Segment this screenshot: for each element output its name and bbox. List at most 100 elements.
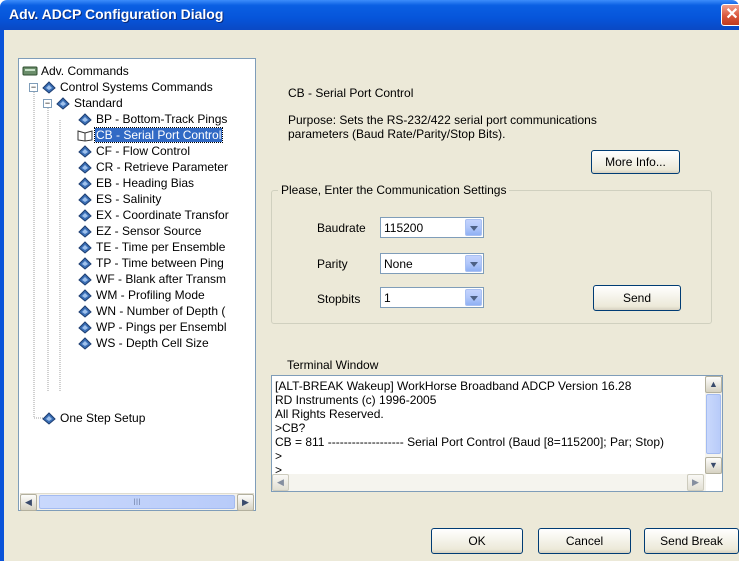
tree-item[interactable]: CF - Flow Control (77, 143, 191, 159)
baudrate-label: Baudrate (317, 221, 366, 235)
tree-item-label: CF - Flow Control (96, 144, 191, 158)
tree-item-label: EB - Heading Bias (96, 176, 195, 190)
tree-item[interactable]: ES - Salinity (77, 191, 162, 207)
tree-scroll-thumb[interactable]: III (39, 495, 235, 509)
window-title: Adv. ADCP Configuration Dialog (9, 6, 224, 22)
tree-item[interactable]: WP - Pings per Ensembl (77, 319, 228, 335)
tree-node-root[interactable]: Adv. Commands (22, 63, 130, 79)
ok-button[interactable]: OK (431, 528, 523, 554)
tree-node-control-systems[interactable]: Control Systems Commands (41, 79, 214, 95)
send-button[interactable]: Send (593, 285, 681, 311)
collapse-control-systems[interactable]: − (29, 83, 38, 92)
command-tree[interactable]: Adv. Commands − Control Systems Commands… (18, 58, 256, 511)
tree-item[interactable]: BP - Bottom-Track Pings (77, 111, 228, 127)
purpose-line-1: Purpose: Sets the RS-232/422 serial port… (288, 113, 597, 127)
tree-item-label: WS - Depth Cell Size (96, 336, 209, 350)
stopbits-value: 1 (384, 291, 391, 305)
satellite-icon (78, 225, 92, 238)
scroll-down-arrow-icon[interactable]: ▼ (705, 457, 722, 474)
satellite-icon (78, 209, 92, 222)
tree-item[interactable]: CB - Serial Port Control (77, 127, 224, 143)
satellite-icon (78, 321, 92, 334)
tree-item[interactable]: WN - Number of Depth ( (77, 303, 226, 319)
terminal-vertical-scrollbar[interactable]: ▲ ▼ (705, 376, 722, 474)
terminal-line: [ALT-BREAK Wakeup] WorkHorse Broadband A… (275, 379, 632, 393)
tree-item[interactable]: WM - Profiling Mode (77, 287, 206, 303)
satellite-icon (78, 273, 92, 286)
baudrate-select[interactable]: 115200 (380, 217, 484, 238)
baudrate-value: 115200 (384, 221, 424, 235)
stopbits-label: Stopbits (317, 292, 361, 306)
tree-item-label: WM - Profiling Mode (96, 288, 205, 302)
scroll-left-arrow-icon[interactable]: ◀ (272, 474, 289, 491)
collapse-standard[interactable]: − (43, 99, 52, 108)
tree-horizontal-scrollbar[interactable]: ◀ III ▶ (20, 493, 254, 511)
parity-select[interactable]: None (380, 253, 484, 274)
tree-item-label: EX - Coordinate Transfor (96, 208, 229, 222)
satellite-icon (78, 305, 92, 318)
command-title: CB - Serial Port Control (288, 86, 414, 100)
tree-item-label: CB - Serial Port Control (93, 127, 224, 143)
dropdown-arrow-icon[interactable] (465, 289, 482, 306)
scroll-left-arrow-icon[interactable]: ◀ (20, 494, 37, 511)
tree-item-label: TP - Time between Ping (96, 256, 224, 270)
satellite-icon (42, 412, 56, 425)
satellite-icon (78, 337, 92, 350)
tree-item[interactable]: CR - Retrieve Parameter (77, 159, 229, 175)
tree-item-label: EZ - Sensor Source (96, 224, 202, 238)
tree-item-label: WP - Pings per Ensembl (96, 320, 227, 334)
terminal-scroll-thumb[interactable] (706, 394, 721, 454)
tree-item-label: WF - Blank after Transm (96, 272, 227, 286)
satellite-icon (78, 177, 92, 190)
scroll-right-arrow-icon[interactable]: ▶ (237, 494, 254, 511)
terminal-line: > (275, 449, 283, 463)
terminal-line: RD Instruments (c) 1996-2005 (275, 393, 437, 407)
tree-item-label: TE - Time per Ensemble (96, 240, 226, 254)
dropdown-arrow-icon[interactable] (465, 255, 482, 272)
tree-item-label: WN - Number of Depth ( (96, 304, 226, 318)
tree-item-label: ES - Salinity (96, 192, 162, 206)
title-bar: Adv. ADCP Configuration Dialog ✕ (0, 0, 739, 30)
satellite-icon (78, 145, 92, 158)
group-legend: Please, Enter the Communication Settings (278, 183, 510, 197)
tree-node-standard[interactable]: Standard (55, 95, 124, 111)
tree-item[interactable]: EX - Coordinate Transfor (77, 207, 230, 223)
tree-label-one-step-setup: One Step Setup (60, 411, 146, 425)
scroll-right-arrow-icon[interactable]: ▶ (687, 474, 704, 491)
send-break-button[interactable]: Send Break (644, 528, 739, 554)
terminal-line: >CB? (275, 421, 306, 435)
terminal-horizontal-scrollbar[interactable]: ◀ ▶ (272, 474, 706, 491)
purpose-line-2: parameters (Baud Rate/Parity/Stop Bits). (288, 127, 506, 141)
stopbits-select[interactable]: 1 (380, 287, 484, 308)
satellite-icon (78, 289, 92, 302)
tree-label-standard: Standard (74, 96, 123, 110)
tree-item[interactable]: TE - Time per Ensemble (77, 239, 226, 255)
dropdown-arrow-icon[interactable] (465, 219, 482, 236)
tree-label-control-systems: Control Systems Commands (60, 80, 213, 94)
drive-icon (22, 66, 38, 76)
tree-item[interactable]: EZ - Sensor Source (77, 223, 202, 239)
cancel-button[interactable]: Cancel (538, 528, 631, 554)
close-button[interactable]: ✕ (721, 4, 739, 26)
scroll-up-arrow-icon[interactable]: ▲ (705, 376, 722, 393)
satellite-icon (56, 97, 70, 110)
tree-item[interactable]: WF - Blank after Transm (77, 271, 227, 287)
parity-label: Parity (317, 257, 348, 271)
satellite-icon (78, 257, 92, 270)
tree-item[interactable]: EB - Heading Bias (77, 175, 195, 191)
tree-item[interactable]: TP - Time between Ping (77, 255, 225, 271)
satellite-icon (78, 161, 92, 174)
tree-item-label: CR - Retrieve Parameter (96, 160, 229, 174)
terminal-window[interactable]: [ALT-BREAK Wakeup] WorkHorse Broadband A… (271, 375, 723, 492)
terminal-line: CB = 811 ------------------- Serial Port… (275, 435, 664, 449)
satellite-icon (42, 81, 56, 94)
tree-node-one-step-setup[interactable]: One Step Setup (41, 410, 146, 426)
terminal-line: All Rights Reserved. (275, 407, 384, 421)
satellite-icon (78, 241, 92, 254)
more-info-button[interactable]: More Info... (591, 150, 680, 174)
satellite-icon (78, 193, 92, 206)
tree-item-label: BP - Bottom-Track Pings (96, 112, 228, 126)
parity-value: None (384, 257, 413, 271)
tree-item[interactable]: WS - Depth Cell Size (77, 335, 210, 351)
terminal-label: Terminal Window (287, 358, 379, 372)
